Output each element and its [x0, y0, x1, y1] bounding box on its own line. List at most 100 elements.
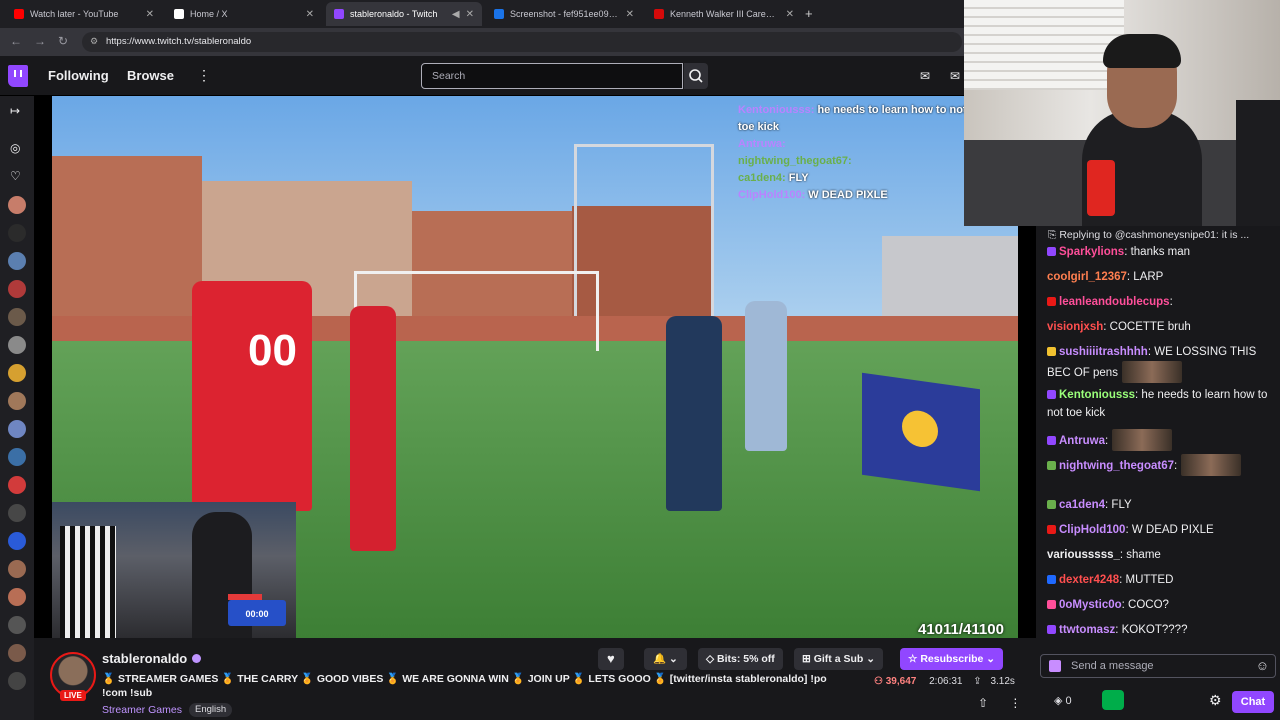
chat-username[interactable]: leanleandoublecups	[1059, 296, 1170, 308]
chat-emote-image	[1181, 454, 1242, 476]
close-icon[interactable]: ✕	[146, 9, 154, 20]
expand-sidebar-icon[interactable]: ↦	[10, 104, 20, 118]
inbox-icon[interactable]: ✉	[920, 69, 930, 83]
chat-username[interactable]: ca1den4	[1059, 499, 1105, 511]
chat-input[interactable]: Send a message ☺	[1040, 654, 1276, 678]
stream-category[interactable]: Streamer Games	[102, 704, 182, 716]
video-player[interactable]: 00 Kentoniousss: he needs to learn how t…	[34, 96, 1036, 638]
sidebar-channel-avatar[interactable]	[8, 336, 26, 354]
sidebar-channel-avatar[interactable]	[8, 392, 26, 410]
chat-send-button[interactable]: Chat	[1232, 691, 1274, 713]
sidebar-channel-avatar[interactable]	[8, 280, 26, 298]
chat-badge-icon[interactable]	[1047, 297, 1056, 306]
more-options-icon[interactable]: ⋮	[1009, 696, 1021, 710]
forward-arrow-icon[interactable]: →	[34, 34, 46, 48]
sidebar-channel-avatar[interactable]	[8, 308, 26, 326]
overlay-chat-line: Kentoniousss: he needs to learn how to n…	[738, 104, 967, 116]
tab-label: Screenshot - fef951ee096158d	[510, 9, 620, 19]
tab-label: Kenneth Walker III Career Stats	[670, 9, 780, 19]
browser-tab-youtube[interactable]: Watch later - YouTube ✕	[6, 2, 162, 26]
channel-points[interactable]: ◈ 0	[1054, 694, 1072, 707]
bits-icon[interactable]	[1102, 690, 1124, 710]
search-input[interactable]: Search	[421, 63, 683, 89]
close-icon[interactable]: ✕	[626, 9, 634, 20]
nav-following[interactable]: Following	[48, 68, 109, 83]
sidebar-channel-avatar[interactable]	[8, 504, 26, 522]
chat-identity-icon[interactable]	[1049, 660, 1061, 672]
followed-heart-icon[interactable]: ♡	[10, 169, 21, 183]
sidebar-channel-avatar[interactable]	[8, 196, 26, 214]
chat-username[interactable]: sushiiiitrashhhh	[1059, 346, 1148, 358]
twitch-logo-icon[interactable]	[8, 65, 28, 87]
chat-username[interactable]: nightwing_thegoat67	[1059, 460, 1174, 472]
gift-sub-button[interactable]: ⊞ Gift a Sub ⌄	[794, 648, 884, 670]
chat-username[interactable]: ttwtomasz	[1059, 624, 1115, 636]
bits-discount-button[interactable]: ◇ Bits: 5% off	[698, 648, 783, 670]
chat-username[interactable]: dexter4248	[1059, 574, 1119, 586]
chat-username[interactable]: 0oMystic0o	[1059, 599, 1122, 611]
sidebar-channel-avatar[interactable]	[8, 448, 26, 466]
search-button[interactable]	[684, 63, 708, 89]
chat-username[interactable]: visionjxsh	[1047, 321, 1103, 333]
site-info-icon[interactable]: ⚙	[90, 36, 98, 47]
chat-badge-icon[interactable]	[1047, 500, 1056, 509]
nav-browse[interactable]: Browse	[127, 68, 174, 83]
sidebar-channel-avatar[interactable]	[8, 644, 26, 662]
reload-icon[interactable]: ↻	[58, 34, 68, 48]
more-menu-icon[interactable]: ⋮	[197, 67, 211, 84]
recommended-icon[interactable]: ◎	[10, 141, 20, 155]
chat-badge-icon[interactable]	[1047, 525, 1056, 534]
chat-badge-icon[interactable]	[1047, 575, 1056, 584]
chat-badge-icon[interactable]	[1047, 600, 1056, 609]
browser-tab-screenshot[interactable]: Screenshot - fef951ee096158d ✕	[486, 2, 642, 26]
chat-badge-icon[interactable]	[1047, 625, 1056, 634]
sidebar-channel-avatar[interactable]	[8, 476, 26, 494]
chat-username[interactable]: ClipHold100	[1059, 524, 1125, 536]
browser-tab-twitch[interactable]: stableronaldo - Twitch ◀ ✕	[326, 2, 482, 26]
chat-username[interactable]: Sparkylions	[1059, 246, 1124, 258]
share-upload-icon[interactable]: ⇧	[978, 696, 988, 710]
share-icon[interactable]: ⇪	[973, 676, 981, 687]
chat-badge-icon[interactable]	[1047, 247, 1056, 256]
chat-badge-icon[interactable]	[1047, 347, 1056, 356]
url-text: https://www.twitch.tv/stableronaldo	[106, 36, 252, 47]
sidebar-channel-avatar[interactable]	[8, 420, 26, 438]
chat-username[interactable]: variousssss_	[1047, 549, 1120, 561]
sidebar-channel-avatar[interactable]	[8, 224, 26, 242]
star-icon: ☆	[908, 653, 921, 665]
sidebar-channel-avatar[interactable]	[8, 532, 26, 550]
sidebar-channel-avatar[interactable]	[8, 588, 26, 606]
sidebar-channel-avatar[interactable]	[8, 616, 26, 634]
new-tab-button[interactable]: +	[805, 6, 813, 21]
chat-badge-icon[interactable]	[1047, 436, 1056, 445]
browser-tab-stats[interactable]: Kenneth Walker III Career Stats ✕	[646, 2, 802, 26]
whispers-icon[interactable]: ✉	[950, 69, 960, 83]
back-arrow-icon[interactable]: ←	[10, 34, 22, 48]
chat-username[interactable]: Kentoniousss	[1059, 389, 1135, 401]
language-tag[interactable]: English	[189, 703, 233, 717]
url-field[interactable]: ⚙ https://www.twitch.tv/stableronaldo	[82, 32, 962, 52]
resubscribe-button[interactable]: ☆ Resubscribe ⌄	[900, 648, 1004, 670]
overlay-chat-line: Antruwa:	[738, 138, 786, 150]
chat-username[interactable]: coolgirl_12367	[1047, 271, 1127, 283]
sidebar-channel-avatar[interactable]	[8, 364, 26, 382]
chat-message: ClipHold100: W DEAD PIXLE	[1047, 521, 1273, 539]
gear-icon[interactable]: ⚙	[1209, 692, 1222, 709]
follow-heart-button[interactable]: ♥	[598, 648, 624, 670]
chat-badge-icon[interactable]	[1047, 390, 1056, 399]
chat-badge-icon[interactable]	[1047, 461, 1056, 470]
chat-username[interactable]: Antruwa	[1059, 435, 1105, 447]
sidebar-channel-avatar[interactable]	[8, 252, 26, 270]
sidebar-channel-avatar[interactable]	[8, 672, 26, 690]
speaker-icon[interactable]: ◀	[452, 9, 460, 20]
channel-name[interactable]: stableronaldo	[102, 651, 202, 666]
stream-stats: ⚇ 39,647 2:06:31 ⇪ 3.12s	[874, 676, 1015, 687]
notifications-button[interactable]: 🔔 ⌄	[644, 648, 687, 670]
sidebar-channel-avatar[interactable]	[8, 560, 26, 578]
browser-tab-x[interactable]: Home / X ✕	[166, 2, 322, 26]
emote-picker-icon[interactable]: ☺	[1256, 658, 1269, 673]
close-icon[interactable]: ✕	[306, 9, 314, 20]
close-icon[interactable]: ✕	[466, 9, 474, 20]
close-icon[interactable]: ✕	[786, 9, 794, 20]
chat-text: :	[1105, 435, 1109, 447]
